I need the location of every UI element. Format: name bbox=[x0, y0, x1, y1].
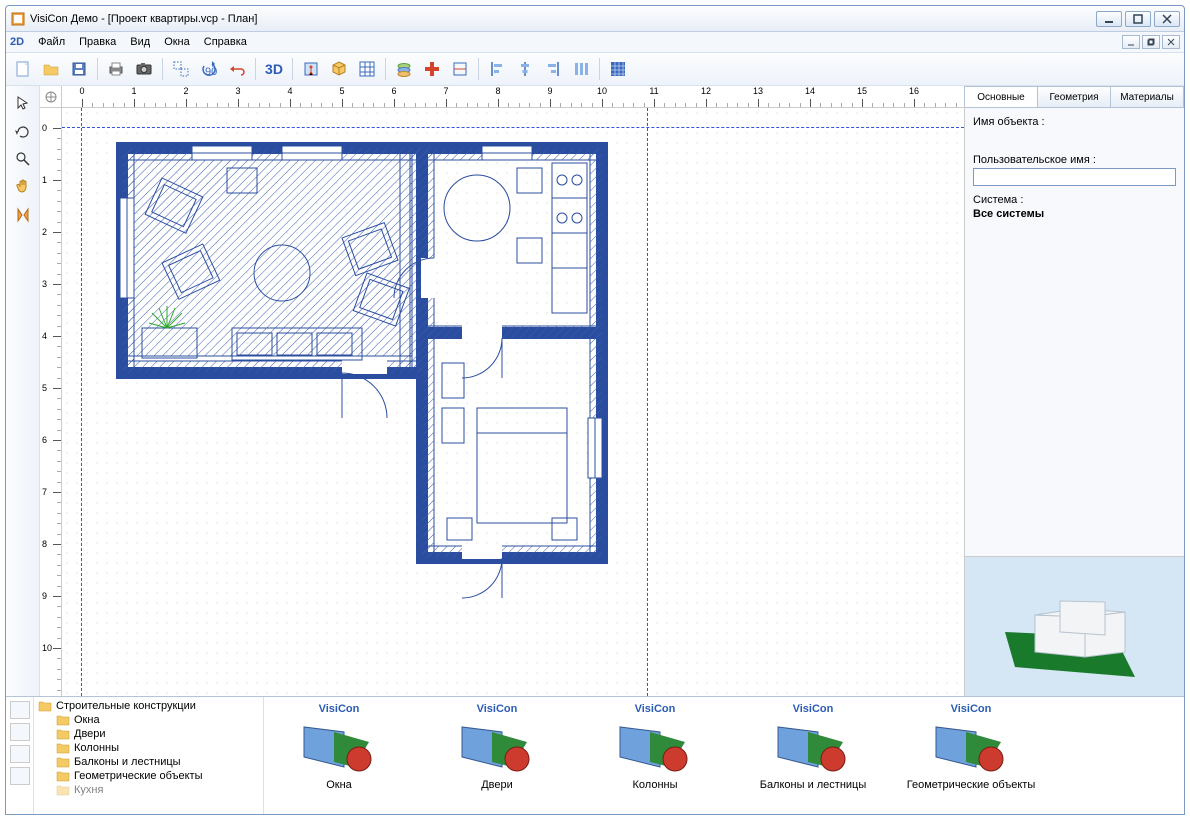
ruler-origin[interactable] bbox=[40, 86, 62, 107]
horizontal-ruler[interactable]: 012345678910111213141516 bbox=[62, 86, 964, 107]
undo-button[interactable] bbox=[224, 56, 250, 82]
floor-plan[interactable] bbox=[62, 108, 962, 668]
tree-root[interactable]: Строительные конструкции bbox=[38, 699, 259, 713]
snap-button[interactable] bbox=[419, 56, 445, 82]
3d-button[interactable]: 3D bbox=[261, 56, 287, 82]
menu-edit[interactable]: Правка bbox=[73, 34, 122, 50]
tree-item-windows[interactable]: Окна bbox=[38, 713, 259, 727]
system-value: Все системы bbox=[973, 208, 1176, 220]
titlebar: VisiCon Демо - [Проект квартиры.vcp - Пл… bbox=[6, 6, 1184, 32]
close-button[interactable] bbox=[1154, 11, 1180, 27]
tab-materials[interactable]: Материалы bbox=[1110, 86, 1184, 107]
catalog-up-button[interactable] bbox=[10, 701, 30, 719]
logo-2d: 2D bbox=[10, 36, 24, 48]
mdi-restore-button[interactable] bbox=[1142, 35, 1160, 49]
catalog-panel: Строительные конструкции Окна Двери Коло… bbox=[6, 696, 1184, 814]
toolbar: 90 3D bbox=[6, 52, 1184, 86]
catalog-items: VisiCon Окна VisiCon Двери VisiCon Колон… bbox=[264, 697, 1184, 814]
left-toolbar bbox=[6, 86, 40, 696]
window-title: VisiCon Демо - [Проект квартиры.vcp - Пл… bbox=[30, 13, 1096, 25]
menu-view[interactable]: Вид bbox=[124, 34, 156, 50]
grid-button[interactable] bbox=[354, 56, 380, 82]
zoom-tool[interactable] bbox=[10, 146, 36, 172]
catalog-mode3-button[interactable] bbox=[10, 767, 30, 785]
catalog-mode1-button[interactable] bbox=[10, 723, 30, 741]
new-button[interactable] bbox=[10, 56, 36, 82]
pan-tool[interactable] bbox=[10, 174, 36, 200]
menu-file[interactable]: Файл bbox=[32, 34, 71, 50]
minimize-button[interactable] bbox=[1096, 11, 1122, 27]
open-button[interactable] bbox=[38, 56, 64, 82]
layers-button[interactable] bbox=[391, 56, 417, 82]
tab-geometry[interactable]: Геометрия bbox=[1037, 86, 1111, 107]
rotate90-button[interactable]: 90 bbox=[196, 56, 222, 82]
tree-item-columns[interactable]: Колонны bbox=[38, 741, 259, 755]
canvas[interactable] bbox=[62, 108, 964, 696]
walk-button[interactable] bbox=[298, 56, 324, 82]
orbit-tool[interactable] bbox=[10, 118, 36, 144]
snapshot-button[interactable] bbox=[131, 56, 157, 82]
preview-3d[interactable] bbox=[965, 556, 1184, 696]
svg-text:90: 90 bbox=[205, 66, 217, 78]
group-button[interactable] bbox=[168, 56, 194, 82]
menubar: 2D Файл Правка Вид Окна Справка bbox=[6, 32, 1184, 52]
pointer-tool[interactable] bbox=[10, 90, 36, 116]
content-area: 012345678910111213141516 012345678910 bbox=[6, 86, 1184, 696]
tab-basic[interactable]: Основные bbox=[964, 86, 1038, 107]
print-button[interactable] bbox=[103, 56, 129, 82]
align-center-button[interactable] bbox=[512, 56, 538, 82]
main-area: 012345678910111213141516 012345678910 bbox=[40, 86, 964, 696]
vertical-ruler[interactable]: 012345678910 bbox=[40, 108, 62, 696]
catalog-tree[interactable]: Строительные конструкции Окна Двери Коло… bbox=[34, 697, 264, 814]
catalog-sidebar bbox=[6, 697, 34, 814]
align-right-button[interactable] bbox=[540, 56, 566, 82]
mdi-close-button[interactable] bbox=[1162, 35, 1180, 49]
toggle-a-button[interactable] bbox=[447, 56, 473, 82]
maximize-button[interactable] bbox=[1125, 11, 1151, 27]
app-icon bbox=[10, 11, 26, 27]
catalog-item-windows[interactable]: VisiCon Окна bbox=[274, 703, 404, 791]
user-name-input[interactable] bbox=[973, 168, 1176, 186]
user-name-label: Пользовательское имя : bbox=[973, 154, 1176, 166]
catalog-mode2-button[interactable] bbox=[10, 745, 30, 763]
system-label: Система : bbox=[973, 194, 1176, 206]
tree-item-balconies[interactable]: Балконы и лестницы bbox=[38, 755, 259, 769]
save-button[interactable] bbox=[66, 56, 92, 82]
materials-button[interactable] bbox=[326, 56, 352, 82]
mirror-tool[interactable] bbox=[10, 202, 36, 228]
tree-item-doors[interactable]: Двери bbox=[38, 727, 259, 741]
app-window: VisiCon Демо - [Проект квартиры.vcp - Пл… bbox=[5, 5, 1185, 815]
catalog-item-geometric[interactable]: VisiCon Геометрические объекты bbox=[906, 703, 1036, 791]
canvas-viewport[interactable] bbox=[62, 108, 964, 696]
align-left-button[interactable] bbox=[484, 56, 510, 82]
align-distribute-button[interactable] bbox=[568, 56, 594, 82]
hatch-button[interactable] bbox=[605, 56, 631, 82]
tree-item-geometric[interactable]: Геометрические объекты bbox=[38, 769, 259, 783]
object-name-label: Имя объекта : bbox=[973, 116, 1176, 128]
catalog-item-doors[interactable]: VisiCon Двери bbox=[432, 703, 562, 791]
mdi-minimize-button[interactable] bbox=[1122, 35, 1140, 49]
menu-windows[interactable]: Окна bbox=[158, 34, 196, 50]
catalog-item-balconies[interactable]: VisiCon Балконы и лестницы bbox=[748, 703, 878, 791]
tree-item-kitchen[interactable]: Кухня bbox=[38, 783, 259, 797]
properties-panel: Основные Геометрия Материалы Имя объекта… bbox=[964, 86, 1184, 696]
menu-help[interactable]: Справка bbox=[198, 34, 253, 50]
catalog-item-columns[interactable]: VisiCon Колонны bbox=[590, 703, 720, 791]
